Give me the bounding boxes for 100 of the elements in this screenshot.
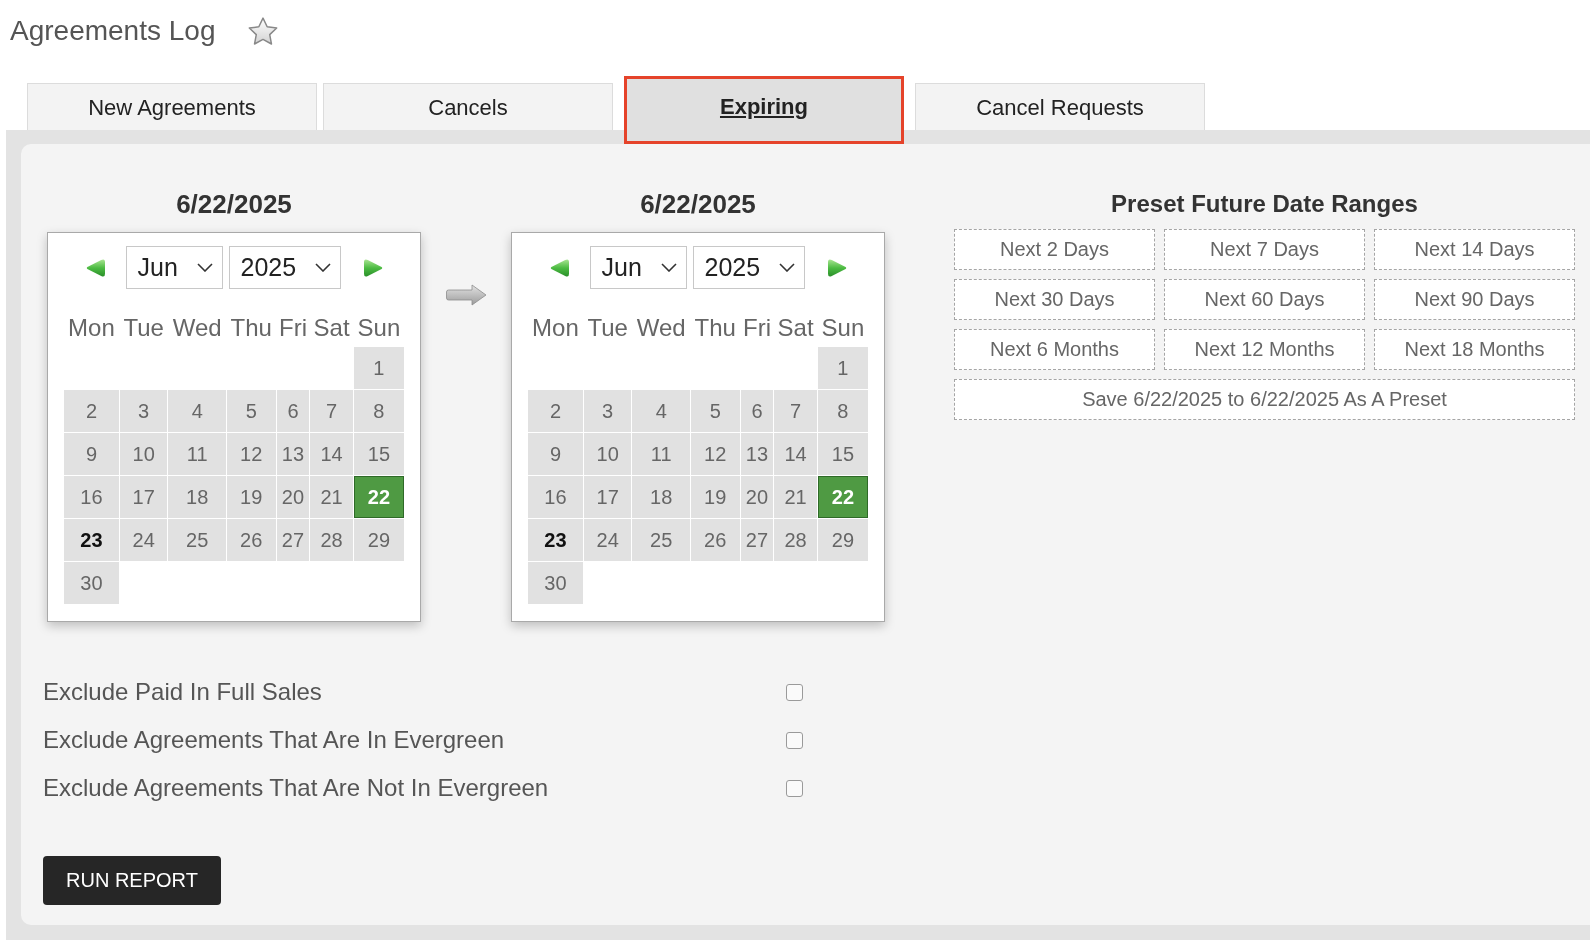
calendar-day[interactable]: 12	[226, 433, 276, 475]
calendar-day[interactable]: 11	[632, 433, 690, 475]
section-heading: Preset Future Date Ranges	[1110, 190, 1419, 218]
calendar-day[interactable]: 21	[774, 476, 817, 518]
month-select[interactable]: Jun	[589, 246, 687, 289]
calendar-day[interactable]: 13	[740, 433, 774, 475]
preset-button[interactable]: Next 14 Days	[1374, 229, 1575, 270]
calendar-day[interactable]: 28	[774, 519, 817, 561]
calendar-day[interactable]: 4	[632, 390, 690, 432]
preset-button[interactable]: Next 18 Months	[1374, 329, 1575, 370]
left-triangle-icon[interactable]	[549, 258, 570, 277]
preset-button[interactable]: Next 6 Months	[954, 329, 1155, 370]
checkbox[interactable]	[786, 779, 803, 797]
calendar-day[interactable]: 3	[583, 390, 632, 432]
calendar-day[interactable]: 23	[64, 519, 119, 561]
calendar-day[interactable]: 27	[740, 519, 774, 561]
calendar-day[interactable]: 14	[774, 433, 817, 475]
calendar-day[interactable]: 11	[168, 433, 226, 475]
calendar-day[interactable]: 25	[168, 519, 226, 561]
calendar-day[interactable]: 28	[310, 519, 353, 561]
calendar-day[interactable]: 1	[353, 347, 404, 389]
tab[interactable]: New Agreements	[27, 83, 317, 130]
calendar-day[interactable]: 24	[583, 519, 632, 561]
weekday-label: Mon	[67, 312, 116, 343]
calendar-day[interactable]: 5	[226, 390, 276, 432]
calendar-day[interactable]: 22	[353, 476, 404, 518]
calendar-day[interactable]: 6	[276, 390, 310, 432]
weekday-label: Thu	[693, 312, 737, 343]
calendar-day[interactable]: 20	[276, 476, 310, 518]
calendar-day[interactable]: 2	[528, 390, 583, 432]
calendar-day[interactable]: 18	[632, 476, 690, 518]
option-label: Exclude Agreements That Are Not In Evergreen	[43, 774, 550, 802]
calendar-day[interactable]: 16	[64, 476, 119, 518]
calendar-day[interactable]: 15	[353, 433, 404, 475]
calendar-day[interactable]: 17	[583, 476, 632, 518]
preset-button[interactable]: Next 12 Months	[1164, 329, 1365, 370]
calendar-day[interactable]: 24	[119, 519, 168, 561]
calendar-day[interactable]: 26	[226, 519, 276, 561]
calendar-day[interactable]: 30	[64, 562, 119, 604]
month-select[interactable]: Jun	[125, 246, 223, 289]
calendar-day[interactable]: 17	[119, 476, 168, 518]
calendar-day[interactable]: 2	[64, 390, 119, 432]
left-triangle-icon[interactable]	[85, 258, 106, 277]
calendar-day[interactable]: 18	[168, 476, 226, 518]
calendar-day[interactable]: 19	[690, 476, 740, 518]
star-icon[interactable]	[248, 16, 279, 46]
calendar-day[interactable]: 8	[817, 390, 868, 432]
calendar-day[interactable]: 14	[310, 433, 353, 475]
weekday-label: Mon	[531, 312, 580, 343]
calendar-day[interactable]: 23	[528, 519, 583, 561]
calendar-day[interactable]: 4	[168, 390, 226, 432]
tab[interactable]: Cancel Requests	[915, 83, 1205, 130]
calendar-day[interactable]: 15	[817, 433, 868, 475]
chevron-down-icon	[196, 263, 213, 272]
preset-button[interactable]: Next 7 Days	[1164, 229, 1365, 270]
year-select[interactable]: 2025	[692, 246, 805, 289]
right-triangle-icon[interactable]	[826, 258, 847, 277]
checkbox[interactable]	[786, 731, 803, 749]
calendar-day[interactable]: 10	[583, 433, 632, 475]
preset-button[interactable]: Next 30 Days	[954, 279, 1155, 320]
option-label: Exclude Paid In Full Sales	[43, 678, 323, 706]
calendar-day[interactable]: 1	[817, 347, 868, 389]
calendar-day[interactable]: 7	[774, 390, 817, 432]
calendar-day[interactable]: 6	[740, 390, 774, 432]
calendar-day[interactable]: 20	[740, 476, 774, 518]
calendar-day[interactable]: 7	[310, 390, 353, 432]
date-heading: 6/22/2025	[175, 190, 293, 218]
calendar-day[interactable]: 29	[817, 519, 868, 561]
weekday-label: Fri	[278, 312, 308, 343]
calendar-day[interactable]: 16	[528, 476, 583, 518]
calendar-day[interactable]: 9	[64, 433, 119, 475]
save-preset-button[interactable]: Save 6/22/2025 to 6/22/2025 As A Preset	[954, 379, 1575, 420]
weekday-label: Sun	[356, 312, 402, 343]
calendar-day[interactable]: 10	[119, 433, 168, 475]
calendar-day[interactable]: 26	[690, 519, 740, 561]
calendar-day[interactable]: 27	[276, 519, 310, 561]
calendar-day[interactable]: 12	[690, 433, 740, 475]
preset-button[interactable]: Next 60 Days	[1164, 279, 1365, 320]
calendar-day[interactable]: 21	[310, 476, 353, 518]
calendar-day[interactable]: 13	[276, 433, 310, 475]
calendar-day[interactable]: 3	[119, 390, 168, 432]
preset-button[interactable]: Next 90 Days	[1374, 279, 1575, 320]
checkbox[interactable]	[786, 683, 803, 701]
tab[interactable]: Expiring	[624, 76, 904, 144]
calendar-day[interactable]: 30	[528, 562, 583, 604]
calendar-day[interactable]: 5	[690, 390, 740, 432]
right-triangle-icon[interactable]	[362, 258, 383, 277]
year-select[interactable]: 2025	[228, 246, 341, 289]
calendar-day[interactable]: 22	[817, 476, 868, 518]
calendar-day[interactable]: 8	[353, 390, 404, 432]
run-report-button[interactable]: RUN REPORT	[43, 856, 221, 905]
calendar-day[interactable]: 9	[528, 433, 583, 475]
calendar-day[interactable]: 25	[632, 519, 690, 561]
chevron-down-icon	[314, 263, 331, 272]
tab[interactable]: Cancels	[323, 83, 613, 130]
calendar-day[interactable]: 19	[226, 476, 276, 518]
calendar-day[interactable]: 29	[353, 519, 404, 561]
weekday-label: Tue	[586, 312, 629, 343]
weekday-label: Wed	[635, 312, 687, 343]
preset-button[interactable]: Next 2 Days	[954, 229, 1155, 270]
